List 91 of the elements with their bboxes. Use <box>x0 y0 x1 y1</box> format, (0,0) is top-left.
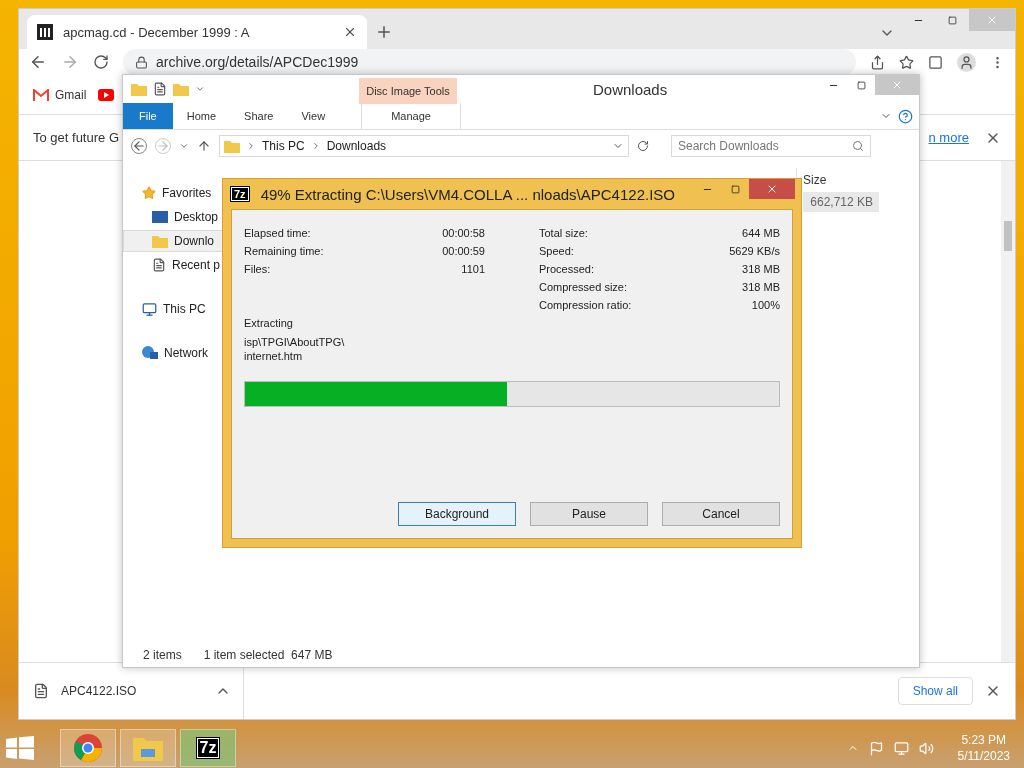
network-icon[interactable] <box>893 740 909 756</box>
video-icon[interactable] <box>98 88 115 101</box>
network-icon <box>142 346 158 360</box>
close-icon <box>891 79 903 91</box>
status-label: Extracting <box>244 317 293 329</box>
taskbar-app[interactable] <box>60 729 116 767</box>
file-icon <box>33 683 49 699</box>
stat-value: 5629 KB/s <box>729 245 780 257</box>
reload-icon[interactable] <box>93 54 109 70</box>
stat-label: Compressed size: <box>539 281 628 293</box>
stat-value: 00:00:58 <box>442 227 485 239</box>
flag-icon[interactable] <box>868 740 884 756</box>
stat-label: Processed: <box>539 263 595 275</box>
address-bar[interactable]: archive.org/details/APCDec1999 <box>123 49 856 75</box>
mail-icon <box>33 88 49 101</box>
tab-title: apcmag.cd - December 1999 : A <box>63 24 251 40</box>
breadcrumb-item[interactable]: Downloads <box>326 139 387 153</box>
dialog-title: 49% Extracting C:\Users\VM4.COLLA ... nloads\APC4122.ISO <box>260 185 675 203</box>
browser-tab[interactable]: apcmag.cd - December 1999 : A <box>27 15 367 49</box>
file-path: isp\TPGI\AboutTPG\ <box>244 336 345 348</box>
address-field[interactable]: This PC Downloads <box>219 135 629 157</box>
show-all-button[interactable]: Show all <box>897 677 973 705</box>
stat-label: Total size: <box>539 227 588 239</box>
downloads-folder-icon <box>224 139 240 153</box>
close-icon <box>986 14 998 26</box>
app-logo: 7z <box>196 738 220 758</box>
up-icon[interactable] <box>197 139 211 153</box>
maximize-icon <box>947 15 957 25</box>
forward-icon[interactable] <box>61 53 79 71</box>
dialog-button[interactable]: Background <box>398 502 516 526</box>
bookmark-star-icon[interactable] <box>899 54 914 70</box>
maximize-icon <box>856 80 866 90</box>
dropdown-icon[interactable] <box>195 84 205 94</box>
ribbon-tab[interactable]: Home <box>172 103 231 129</box>
breadcrumb-item[interactable]: This PC <box>262 139 305 153</box>
refresh-icon[interactable] <box>637 140 649 152</box>
ribbon-tab[interactable]: Share <box>230 103 288 129</box>
start-icon[interactable] <box>6 736 34 760</box>
close-icon <box>766 183 778 195</box>
folder-icon <box>133 735 163 761</box>
taskbar-app[interactable]: 7z <box>180 729 236 767</box>
computer-icon <box>142 301 157 317</box>
ribbon-tab[interactable]: View <box>287 103 340 129</box>
stat-value: 318 MB <box>742 263 780 275</box>
stat-label: Speed: <box>539 245 574 257</box>
file-path: internet.htm <box>244 350 303 362</box>
info-text: To get future G <box>33 130 119 145</box>
recent-places-icon <box>152 258 166 272</box>
browser-icon <box>73 733 103 763</box>
url-text: archive.org/details/APCDec1999 <box>156 54 359 70</box>
table-cell: 662,712 KB <box>803 192 879 212</box>
lock-icon <box>135 55 148 69</box>
bookmark-link[interactable]: Gmail <box>33 87 87 102</box>
share-icon[interactable] <box>870 54 885 70</box>
maximize-icon <box>730 184 740 194</box>
app-logo: 7z <box>231 187 249 201</box>
desktop-icon <box>152 211 168 223</box>
recent-locations-icon[interactable] <box>179 141 189 151</box>
taskbar-app[interactable] <box>120 729 176 767</box>
window-title: Downloads <box>593 81 668 98</box>
stat-value: 1101 <box>461 263 485 275</box>
profile-icon[interactable] <box>957 52 976 72</box>
stat-label: Compression ratio: <box>539 299 632 311</box>
stat-label: Files: <box>244 263 271 275</box>
sidebar-icon[interactable] <box>928 54 943 70</box>
search-icon <box>852 140 864 152</box>
ribbon-tab[interactable]: Manage <box>361 103 462 129</box>
back-icon[interactable] <box>29 53 47 71</box>
close-tab-icon[interactable] <box>343 25 357 39</box>
ribbon-tab[interactable]: File <box>123 103 173 129</box>
volume-icon[interactable] <box>918 740 934 756</box>
dialog-button[interactable]: Cancel <box>662 502 780 526</box>
status-text: 1 item selected 647 MB <box>203 648 333 662</box>
scrollbar[interactable] <box>1001 161 1015 662</box>
stat-value: 318 MB <box>742 281 780 293</box>
downloads-folder-icon <box>152 234 168 248</box>
stat-value: 644 MB <box>742 227 780 239</box>
properties-icon[interactable] <box>153 82 167 96</box>
new-folder-icon <box>173 82 189 96</box>
quick-access-icon <box>131 82 147 96</box>
search-field[interactable]: Search Downloads <box>671 135 871 157</box>
contextual-tab-header: Disc Image Tools <box>359 78 457 104</box>
learn-more-link[interactable]: n more <box>928 130 969 145</box>
new-tab-icon[interactable] <box>375 23 393 41</box>
stat-value: 00:00:59 <box>442 245 485 257</box>
stat-value: 100% <box>751 299 780 311</box>
download-name[interactable]: APC4122.ISO <box>61 684 137 698</box>
dialog-button[interactable]: Pause <box>530 502 648 526</box>
archive-icon <box>37 24 53 40</box>
status-text: 2 items <box>143 648 182 662</box>
star-icon <box>142 186 156 200</box>
